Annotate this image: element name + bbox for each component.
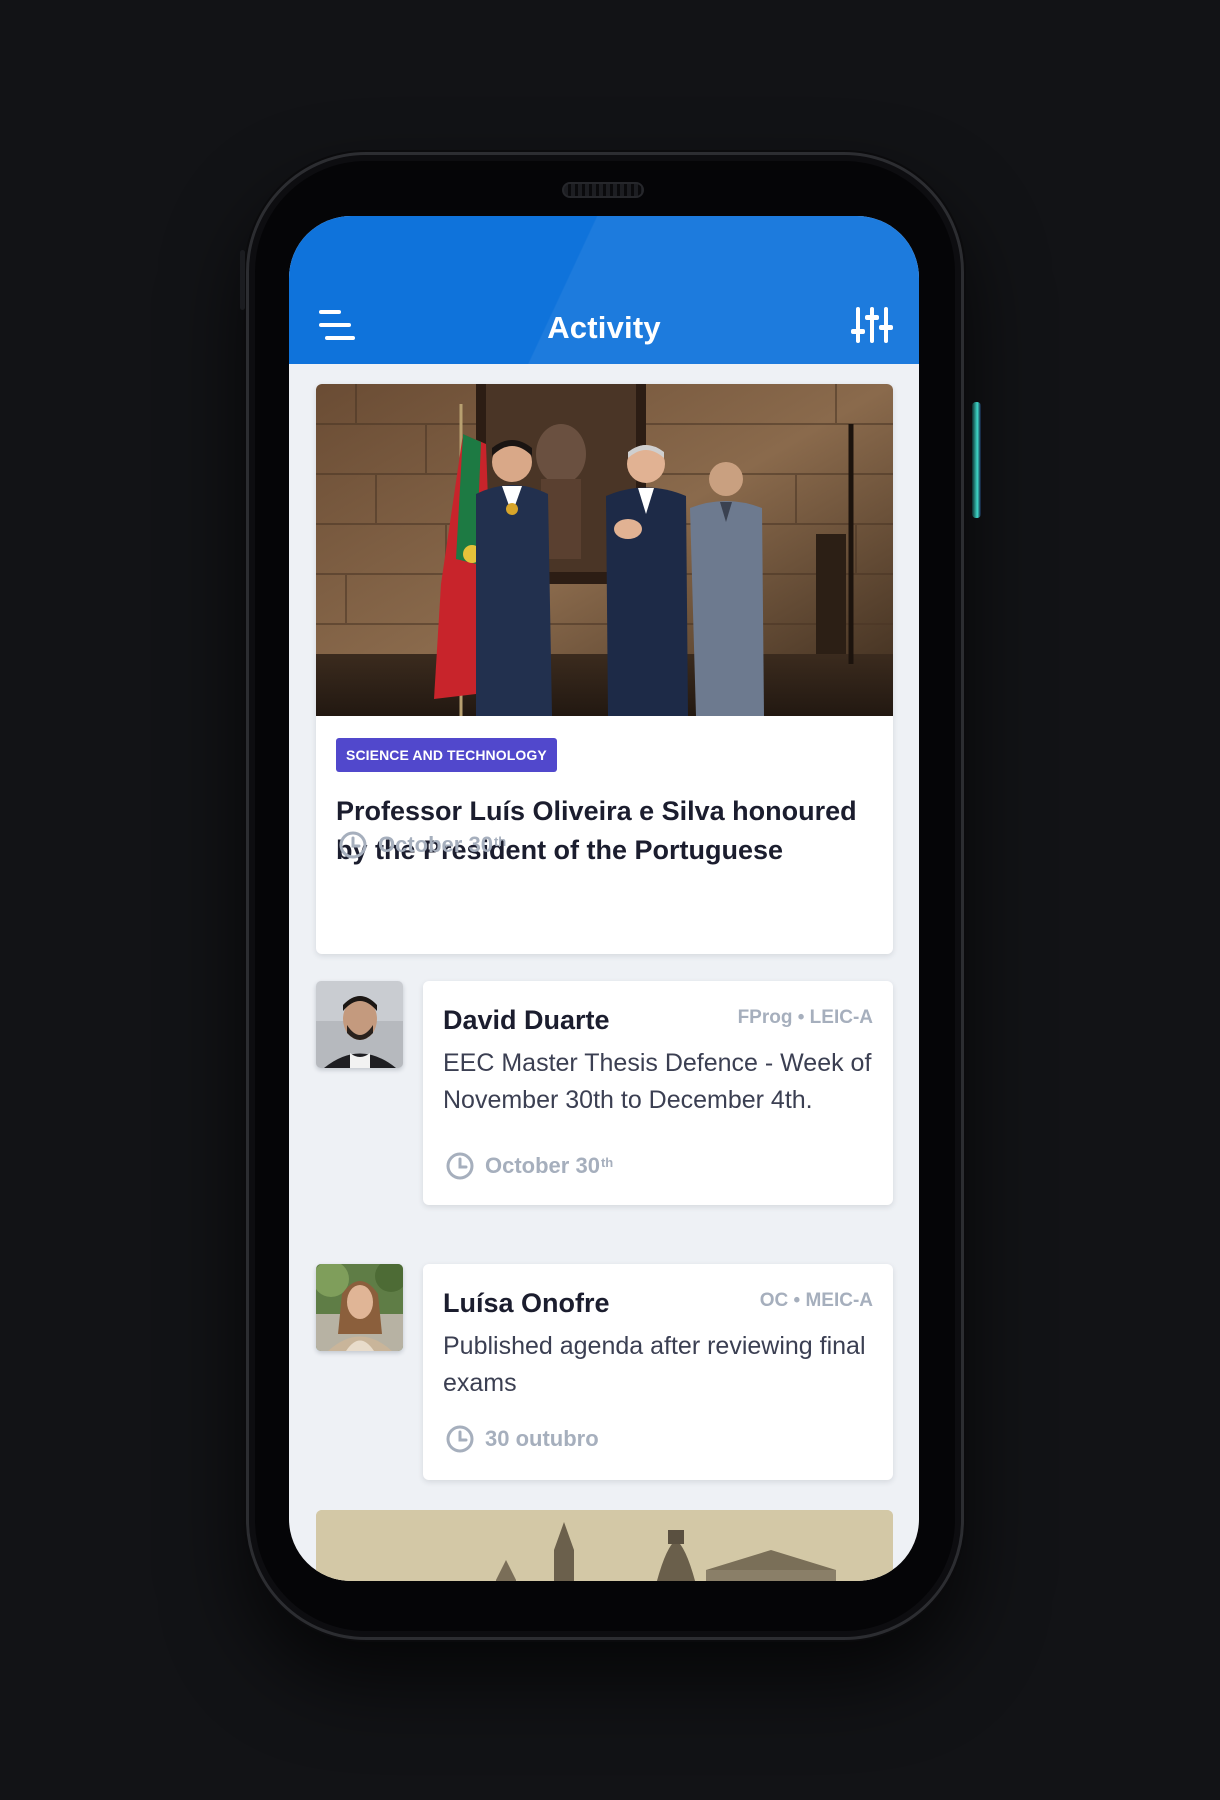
post-card[interactable]: David Duarte FProg • LEIC-A EEC Master T… <box>423 981 893 1205</box>
category-badge[interactable]: SCIENCE AND TECHNOLOGY <box>336 738 557 772</box>
date-suffix: th <box>600 1154 614 1170</box>
ceremony-photo <box>316 384 893 716</box>
sliders-icon[interactable] <box>851 305 893 345</box>
news-date: October 30th <box>338 830 506 860</box>
clock-icon <box>339 831 367 859</box>
date-text: October 30 <box>485 1153 600 1178</box>
page-title: Activity <box>547 310 661 345</box>
avatar[interactable] <box>316 1264 403 1351</box>
news-card[interactable]: SCIENCE AND TECHNOLOGY Professor Luís Ol… <box>316 384 893 954</box>
clock-icon <box>446 1425 474 1453</box>
news-card-partial[interactable] <box>316 1510 893 1581</box>
app-header: Activity <box>289 216 919 364</box>
clock-icon <box>446 1152 474 1180</box>
course-tag: OC • MEIC-A <box>759 1290 873 1311</box>
post-card[interactable]: Luísa Onofre OC • MEIC-A Published agend… <box>423 1264 893 1480</box>
post-date: 30 outubro <box>445 1424 600 1454</box>
phone-volume-button <box>240 250 245 310</box>
phone-speaker <box>562 182 644 198</box>
app-screen: Activity SCIENCE AND TECHNOLOGY Professo… <box>289 216 919 1581</box>
building-photo <box>316 1510 893 1581</box>
post-text: EEC Master Thesis Defence - Week of Nove… <box>443 1049 872 1114</box>
date-text: October 30 <box>378 832 493 857</box>
course-tag: FProg • LEIC-A <box>737 1007 873 1028</box>
avatar[interactable] <box>316 981 403 1068</box>
post-date: October 30th <box>445 1151 613 1181</box>
post-author[interactable]: Luísa Onofre <box>443 1288 610 1319</box>
date-text: 30 outubro <box>485 1426 599 1451</box>
post-text: Published agenda after reviewing final e… <box>443 1332 866 1397</box>
phone-side-button <box>972 402 981 518</box>
post-author[interactable]: David Duarte <box>443 1005 610 1036</box>
date-suffix: th <box>493 833 507 849</box>
